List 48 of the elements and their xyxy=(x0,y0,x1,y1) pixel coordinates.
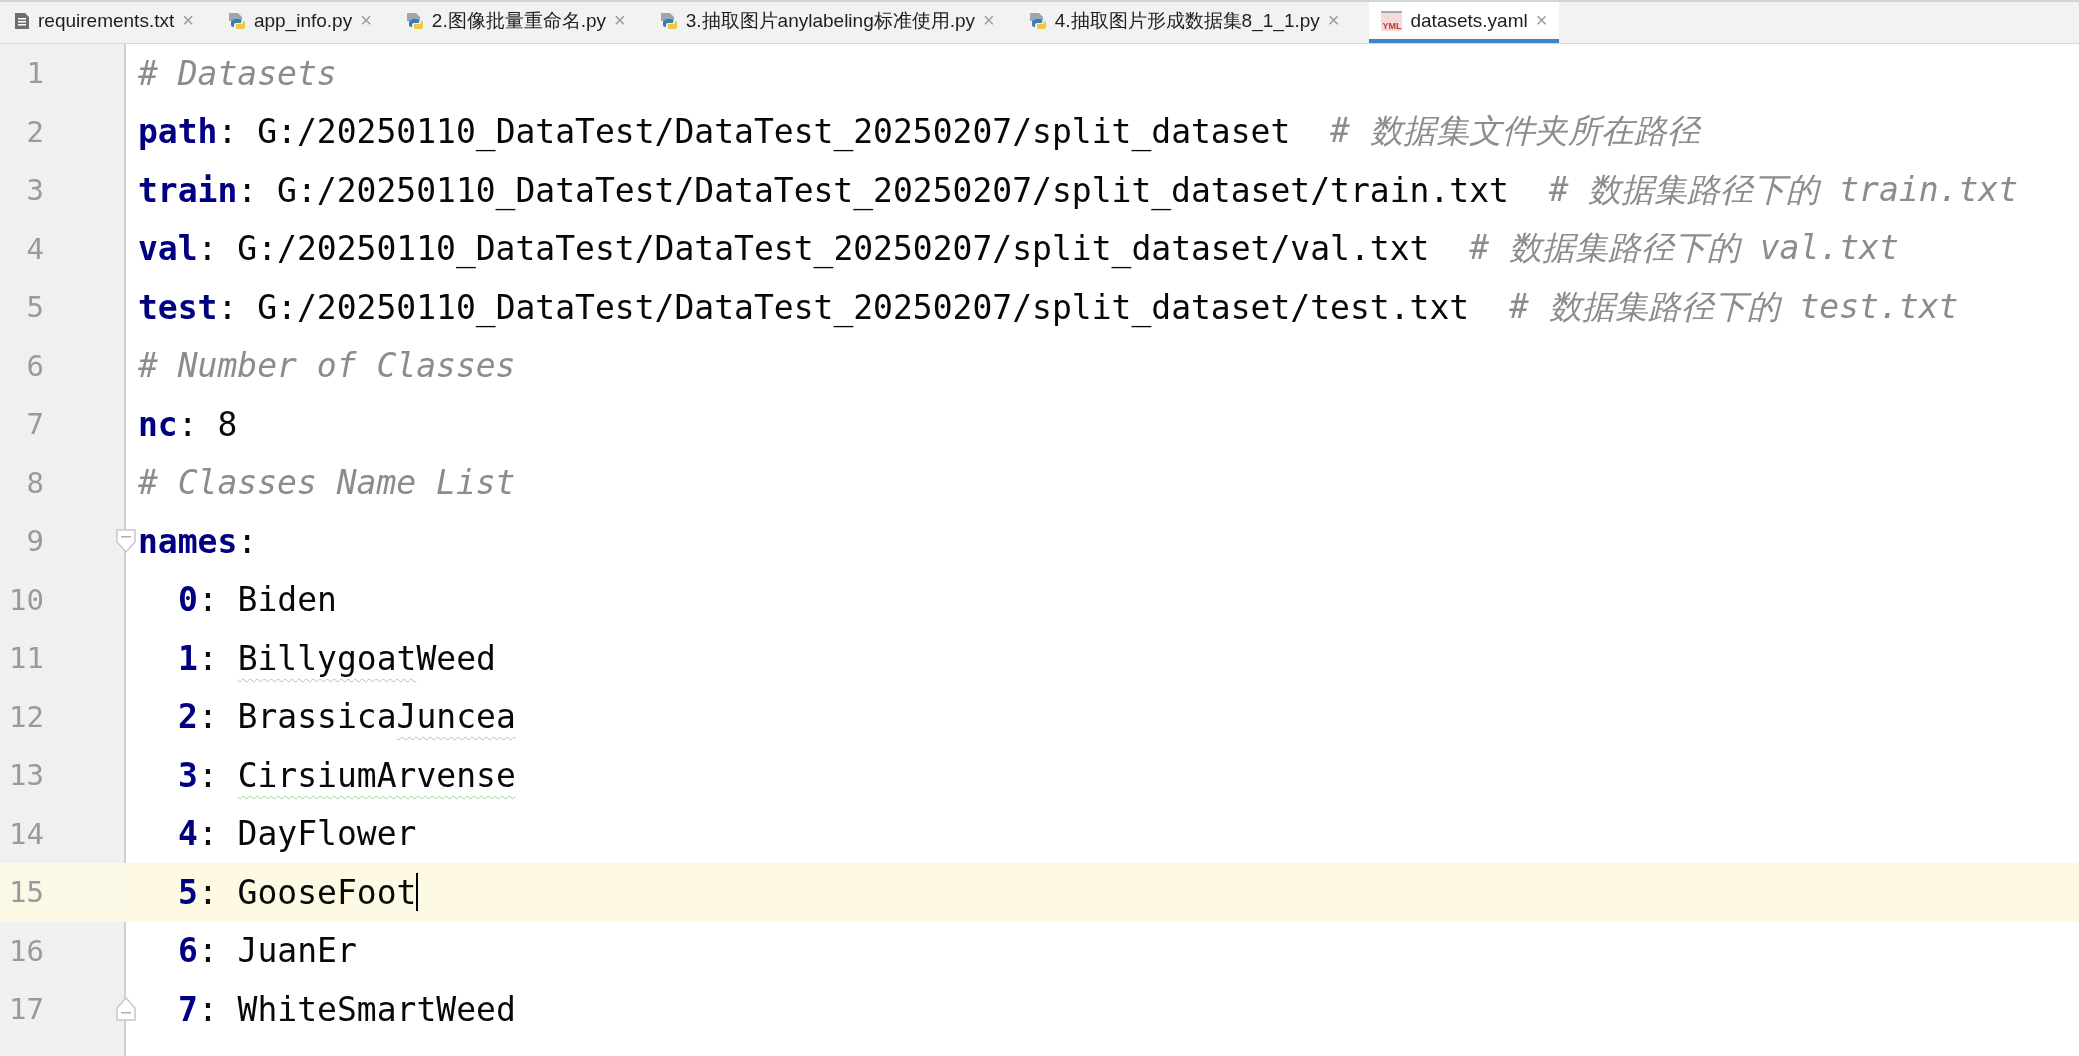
editor-tab[interactable]: YML datasets.yaml × xyxy=(1369,2,1560,43)
line-number: 16 xyxy=(8,933,44,968)
line-number: 2 xyxy=(25,114,44,149)
code-line: 5: GooseFoot xyxy=(177,872,419,912)
code-line: nc: 8 xyxy=(137,404,238,444)
line-number: 13 xyxy=(8,758,44,793)
python-file-icon xyxy=(659,11,678,30)
editor-tab[interactable]: 4.抽取图片形成数据集8_1_1.py × xyxy=(1024,2,1352,43)
text-file-icon xyxy=(14,11,30,30)
python-file-icon xyxy=(405,11,424,30)
line-number: 3 xyxy=(25,173,44,208)
code-line: train: G:/20250110_DataTest/DataTest_20250207/split_dataset/train.txt # 数据集路径下的 train.txt xyxy=(137,168,2019,213)
fold-collapse-icon[interactable] xyxy=(116,529,136,554)
code-line: # Number of Classes xyxy=(137,346,516,386)
line-number: 7 xyxy=(25,407,44,442)
line-number: 14 xyxy=(8,816,44,851)
editor-tab[interactable]: requirements.txt × xyxy=(10,2,206,43)
python-file-icon xyxy=(227,11,246,30)
code-line: 2: BrassicaJuncea xyxy=(177,697,516,737)
code-line: # Datasets xyxy=(137,53,337,93)
python-file-icon xyxy=(1028,11,1047,30)
line-number: 5 xyxy=(25,290,44,325)
editor-tab[interactable]: 3.抽取图片anylabeling标准使用.py × xyxy=(655,2,1007,43)
line-number: 17 xyxy=(8,992,44,1027)
code-line: 4: DayFlower xyxy=(177,814,417,854)
line-number: 8 xyxy=(25,465,44,500)
line-number: 11 xyxy=(8,641,44,676)
fold-end-icon[interactable] xyxy=(116,997,136,1022)
editor-tab[interactable]: 2.图像批量重命名.py × xyxy=(401,2,638,43)
code-line: 3: CirsiumArvense xyxy=(177,755,516,795)
code-line: 6: JuanEr xyxy=(177,931,357,971)
line-number: 6 xyxy=(25,348,44,383)
line-number: 15 xyxy=(8,875,44,910)
code-line: 0: Biden xyxy=(177,580,337,620)
code-line: val: G:/20250110_DataTest/DataTest_20250207/split_dataset/val.txt # 数据集路径下的 val.txt xyxy=(137,227,1899,271)
yaml-file-icon: YML xyxy=(1381,10,1403,31)
code-line: names: xyxy=(137,521,258,561)
code-line: 7: WhiteSmartWeed xyxy=(177,989,516,1029)
code-line: test: G:/20250110_DataTest/DataTest_20250207/split_dataset/test.txt # 数据集路径下的 test.txt xyxy=(137,285,1959,330)
code-line: path: G:/20250110_DataTest/DataTest_20250207/split_dataset # 数据集文件夹所在路径 xyxy=(137,110,1700,154)
editor-tab[interactable]: app_info.py × xyxy=(223,2,384,43)
code-line: # Classes Name List xyxy=(137,463,516,503)
line-number: 1 xyxy=(25,56,44,91)
line-number: 4 xyxy=(25,231,44,266)
line-number: 10 xyxy=(8,582,44,617)
code-line: 1: BillygoatWeed xyxy=(177,638,496,678)
line-number: 12 xyxy=(8,699,44,734)
line-number: 9 xyxy=(25,524,44,559)
